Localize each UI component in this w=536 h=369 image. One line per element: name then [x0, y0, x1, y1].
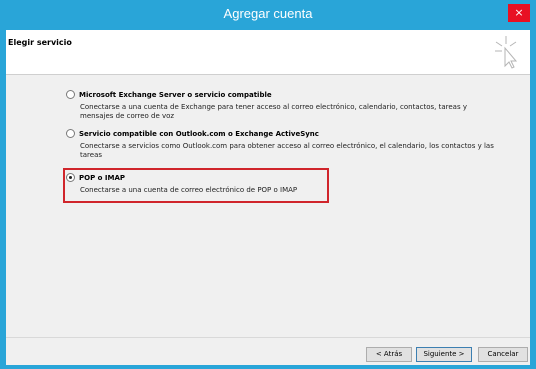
page-title: Elegir servicio	[8, 38, 72, 47]
cancel-button[interactable]: Cancelar	[478, 347, 528, 362]
option-outlook-com[interactable]: Servicio compatible con Outlook.com o Ex…	[66, 129, 526, 160]
outlook-com-radio[interactable]	[66, 129, 75, 138]
back-button-label: < Atrás	[375, 350, 403, 358]
option-pop-imap[interactable]: POP o IMAP Conectarse a una cuenta de co…	[66, 173, 526, 195]
footer-divider	[6, 337, 530, 338]
exchange-radio[interactable]	[66, 90, 75, 99]
option-description: Conectarse a una cuenta de correo electr…	[80, 186, 526, 195]
click-cursor-icon	[495, 36, 518, 69]
title-bar[interactable]: Agregar cuenta ×	[0, 0, 536, 30]
cancel-button-label: Cancelar	[487, 350, 519, 358]
option-description: Conectarse a una cuenta de Exchange para…	[80, 103, 526, 121]
option-description-line: Conectarse a una cuenta de Exchange para…	[80, 103, 467, 111]
back-button[interactable]: < Atrás	[366, 347, 412, 362]
option-description: Conectarse a servicios como Outlook.com …	[80, 142, 526, 160]
option-label: POP o IMAP	[79, 173, 126, 182]
option-label: Servicio compatible con Outlook.com o Ex…	[79, 129, 319, 138]
dialog-header: Elegir servicio	[6, 30, 530, 75]
option-exchange[interactable]: Microsoft Exchange Server o servicio com…	[66, 90, 526, 121]
close-icon: ×	[514, 6, 524, 19]
option-description-line: mensajes de correo de voz	[80, 112, 175, 120]
option-description-line: Conectarse a servicios como Outlook.com …	[80, 142, 494, 150]
close-button[interactable]: ×	[508, 4, 530, 22]
next-button-label: Siguiente >	[423, 350, 465, 358]
option-description-line: tareas	[80, 151, 103, 159]
window-title: Agregar cuenta	[223, 6, 313, 21]
option-label: Microsoft Exchange Server o servicio com…	[79, 90, 272, 99]
pop-imap-radio[interactable]	[66, 173, 75, 182]
next-button[interactable]: Siguiente >	[416, 347, 472, 362]
option-description-line: Conectarse a una cuenta de correo electr…	[80, 186, 298, 194]
add-account-dialog: Agregar cuenta × Elegir servicio Microso…	[0, 0, 536, 369]
